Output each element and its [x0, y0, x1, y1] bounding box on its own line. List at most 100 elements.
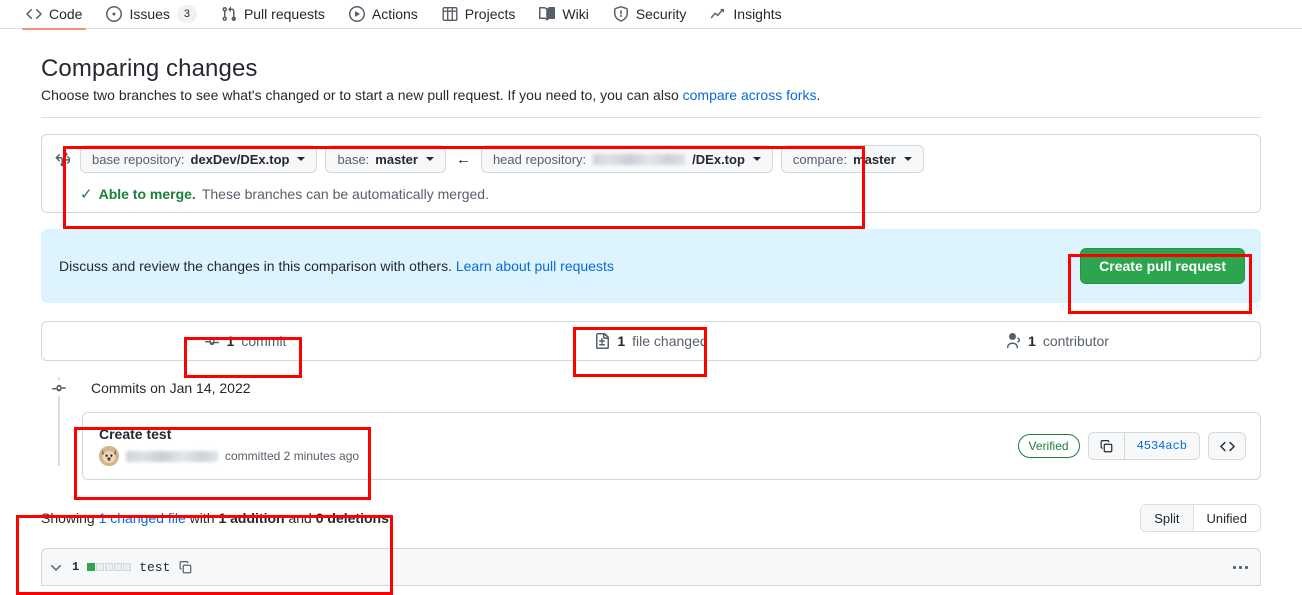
create-pull-request-button[interactable]: Create pull request	[1080, 248, 1245, 284]
files-summary-header: Showing 1 changed file with 1 addition a…	[41, 502, 1261, 534]
repo-nav-tab-wiki-label: Wiki	[562, 6, 589, 22]
copy-path-icon[interactable]	[178, 560, 193, 575]
repo-nav-tab-projects[interactable]: Projects	[430, 0, 528, 29]
discuss-banner-prefix: Discuss and review the changes in this c…	[59, 258, 456, 274]
chevron-down-icon[interactable]	[48, 559, 64, 575]
code-icon	[26, 6, 42, 22]
branch-compare-body: base repository: dexDev/DEx.top base: ma…	[80, 145, 1248, 202]
copy-icon[interactable]	[1089, 433, 1125, 459]
repo-nav-tab-issues[interactable]: Issues 3	[94, 0, 208, 29]
diff-view-toggle: Split Unified	[1140, 504, 1261, 532]
diff-block-added	[87, 563, 96, 571]
files-changed-count: 1	[617, 333, 626, 349]
repo-nav-tab-code-label: Code	[49, 6, 83, 22]
learn-about-pull-requests-link[interactable]: Learn about pull requests	[456, 258, 614, 274]
diff-block-neutral	[123, 563, 132, 571]
base-repository-label: base repository:	[92, 151, 185, 167]
page-subtitle: Choose two branches to see what's change…	[41, 87, 1261, 103]
commit-sha[interactable]: 4534acb	[1125, 433, 1199, 459]
commits-stat[interactable]: 1 commit	[42, 333, 448, 349]
compare-branch-label: compare:	[792, 151, 848, 167]
git-pull-request-icon	[221, 6, 237, 22]
repo-nav: Code Issues 3 Pull requests Actions Proj…	[0, 0, 1302, 30]
verified-badge[interactable]: Verified	[1017, 434, 1080, 458]
file-diff-header: 1 test	[41, 548, 1261, 586]
contributors-count: 1	[1028, 333, 1036, 349]
graph-icon	[710, 6, 726, 22]
head-repository-dropdown[interactable]: head repository: /DEx.top	[480, 145, 773, 173]
table-icon	[442, 6, 458, 22]
repo-nav-tab-projects-label: Projects	[464, 6, 516, 22]
page-title: Comparing changes	[41, 55, 258, 82]
repo-nav-tab-pull-requests-label: Pull requests	[243, 6, 325, 22]
repo-nav-tab-insights[interactable]: Insights	[698, 0, 793, 29]
unified-view-button[interactable]: Unified	[1192, 505, 1260, 531]
people-icon	[1005, 333, 1021, 349]
base-branch-label: base:	[337, 151, 370, 167]
book-icon	[539, 6, 556, 22]
changed-file-link[interactable]: 1 changed file	[99, 510, 186, 526]
redacted-username	[593, 153, 686, 165]
compare-branch-dropdown[interactable]: compare: master	[780, 145, 924, 173]
chevron-down-icon	[903, 157, 912, 161]
kebab-dot	[1233, 565, 1236, 569]
check-icon: ✓	[80, 185, 93, 203]
files-changed-label: file changed	[632, 333, 708, 349]
base-branch-dropdown[interactable]: base: master	[325, 145, 446, 173]
file-diff-icon	[594, 333, 610, 349]
kebab-dot	[1239, 565, 1242, 569]
commit-message[interactable]: Create test	[99, 426, 359, 442]
diff-block-neutral	[114, 563, 123, 571]
showing-prefix: Showing	[41, 510, 99, 526]
repo-nav-tab-issues-label: Issues	[129, 6, 170, 22]
merge-status-detail: These branches can be automatically merg…	[201, 186, 489, 202]
repo-nav-tab-actions-label: Actions	[371, 6, 418, 22]
browse-code-icon[interactable]	[1208, 432, 1246, 460]
base-repository-dropdown[interactable]: base repository: dexDev/DEx.top	[80, 145, 318, 173]
git-commit-icon	[204, 333, 220, 349]
split-view-button[interactable]: Split	[1141, 505, 1193, 531]
commits-section: Commits on Jan 14, 2022 Create test comm…	[41, 377, 1261, 480]
file-options-kebab-icon[interactable]	[1233, 565, 1248, 569]
merge-status: ✓ Able to merge. These branches can be a…	[80, 186, 1248, 202]
commit-timestamp: committed 2 minutes ago	[225, 449, 360, 463]
repo-nav-tab-security-label: Security	[635, 6, 687, 22]
showing-end: .	[388, 510, 393, 526]
file-name[interactable]: test	[139, 560, 170, 575]
chevron-down-icon	[297, 157, 306, 161]
play-icon	[348, 6, 365, 22]
compare-across-forks-link[interactable]: compare across forks	[683, 87, 817, 103]
git-commit-node-icon	[41, 380, 77, 396]
commit-info: Create test committed 2 minutes ago	[99, 426, 359, 466]
chevron-down-icon	[752, 157, 761, 161]
repo-nav-tab-pull-requests[interactable]: Pull requests	[209, 0, 337, 29]
commit-row: Create test committed 2 minutes ago Veri…	[82, 412, 1261, 480]
additions-count: 1 addition	[218, 510, 285, 526]
chevron-down-icon	[425, 157, 434, 161]
compare-branch-value: master	[853, 151, 896, 167]
commit-meta: committed 2 minutes ago	[99, 446, 359, 466]
branch-compare-box: base repository: dexDev/DEx.top base: ma…	[41, 134, 1261, 213]
commit-actions: Verified 4534acb	[1017, 432, 1246, 460]
kebab-dot	[1245, 565, 1248, 569]
showing-summary: Showing 1 changed file with 1 addition a…	[41, 510, 393, 526]
redacted-commit-author	[126, 450, 218, 462]
showing-and: and	[284, 510, 316, 526]
repo-nav-tab-insights-label: Insights	[733, 6, 782, 22]
repo-nav-tab-code[interactable]: Code	[14, 0, 94, 30]
diff-block-neutral	[105, 563, 114, 571]
repo-nav-tab-security[interactable]: Security	[601, 0, 699, 29]
contributors-label: contributor	[1042, 333, 1109, 349]
commits-count: 1	[226, 333, 235, 349]
discuss-banner-text: Discuss and review the changes in this c…	[59, 258, 614, 274]
files-changed-stat[interactable]: 1 file changed	[448, 333, 854, 349]
header-divider	[41, 117, 1261, 118]
contributors-stat[interactable]: 1 contributor	[854, 333, 1260, 349]
discuss-banner: Discuss and review the changes in this c…	[41, 229, 1261, 303]
repo-nav-tab-wiki[interactable]: Wiki	[527, 0, 600, 29]
head-repository-label: head repository:	[492, 151, 587, 167]
file-diff-header-left: 1 test	[48, 559, 193, 575]
shield-icon	[613, 6, 629, 22]
commits-label: commit	[241, 333, 287, 349]
repo-nav-tab-actions[interactable]: Actions	[337, 0, 430, 29]
